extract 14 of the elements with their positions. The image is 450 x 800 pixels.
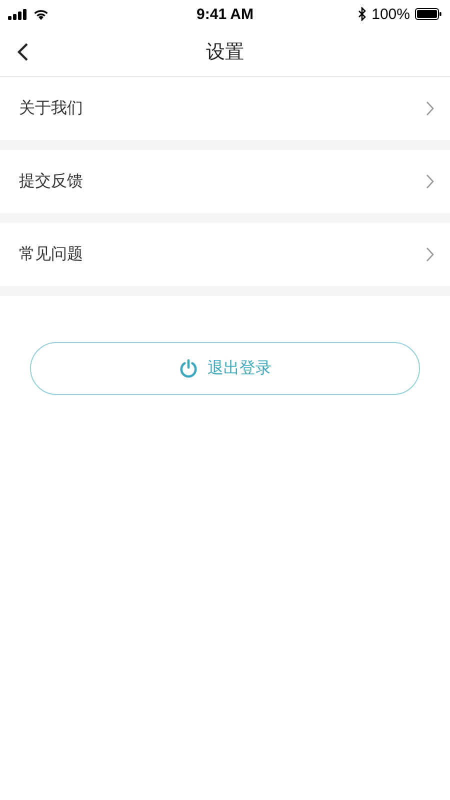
status-time: 9:41 AM [196, 6, 254, 22]
chevron-icon [426, 174, 434, 189]
row-label: 提交反馈 [19, 171, 83, 192]
wifi-icon [33, 8, 49, 20]
power-icon [178, 359, 198, 378]
bluetooth-icon [358, 7, 367, 21]
row-label: 常见问题 [19, 244, 83, 265]
battery-percent: 100% [372, 6, 410, 22]
chevron-icon [426, 101, 434, 116]
signal-icon [8, 8, 28, 20]
page-title: 设置 [206, 40, 244, 65]
battery-icon [415, 8, 442, 20]
chevron-icon [426, 247, 434, 262]
row-label: 关于我们 [19, 98, 83, 119]
